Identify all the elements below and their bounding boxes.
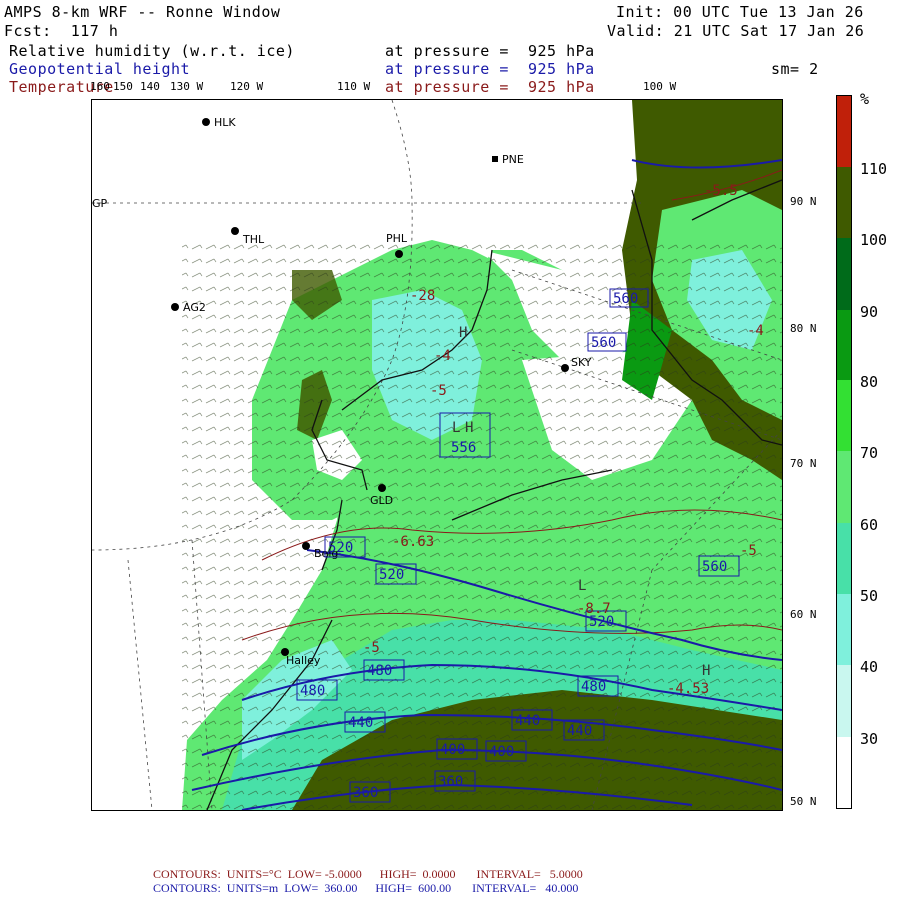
station-label-sky: SKY	[571, 356, 592, 369]
svg-text:480: 480	[300, 683, 325, 699]
lat-label-80n: 80 N	[790, 322, 817, 335]
colorbar-segment	[837, 310, 851, 380]
station-label-gld: GLD	[370, 494, 393, 507]
colorbar-label-50: 50	[860, 587, 879, 605]
lon-label-150: 150	[113, 80, 133, 93]
svg-text:360: 360	[353, 785, 378, 801]
colorbar-segment	[837, 737, 851, 808]
station-dot-hlk	[202, 118, 210, 126]
footer-height-contours: CONTOURS: UNITS=m LOW= 360.00 HIGH= 600.…	[153, 881, 579, 895]
colorbar-segment	[837, 238, 851, 310]
station-label-ag2: AG2	[183, 301, 206, 314]
footer-temperature-contours: CONTOURS: UNITS=°C LOW= -5.0000 HIGH= 0.…	[153, 867, 583, 881]
temp-label-a: -28	[410, 288, 435, 304]
lon-label-gp: GP	[92, 197, 108, 210]
lat-label-70n: 70 N	[790, 457, 817, 470]
svg-text:520: 520	[328, 540, 353, 556]
svg-text:520: 520	[379, 567, 404, 583]
colorbar	[836, 95, 852, 809]
svg-text:480: 480	[581, 679, 606, 695]
temp-label-e: -5	[363, 640, 380, 656]
colorbar-label-40: 40	[860, 658, 879, 676]
temp-label-g: -4.53	[667, 681, 709, 697]
pressure-marker-2: L	[452, 420, 460, 436]
svg-text:440: 440	[567, 723, 592, 739]
station-label-halley: Halley	[286, 654, 321, 667]
svg-text:480: 480	[367, 663, 392, 679]
colorbar-label-70: 70	[860, 444, 879, 462]
pressure-marker-3: H	[465, 420, 473, 436]
lon-label-160: 160	[90, 80, 110, 93]
lon-label-120w: 120 W	[230, 80, 264, 93]
svg-text:440: 440	[348, 715, 373, 731]
map-canvas: HLK PNE THL PHL AG2 SKY GLD Belg Halley …	[92, 100, 782, 810]
lon-label-140: 140	[140, 80, 160, 93]
colorbar-segment	[837, 665, 851, 737]
colorbar-label-90: 90	[860, 303, 879, 321]
init-time: Init: 00 UTC Tue 13 Jan 26	[616, 3, 864, 21]
temp-label-b: -4	[434, 348, 451, 364]
pressure-marker-1: H	[459, 325, 467, 341]
station-label-pne: PNE	[502, 153, 524, 166]
lon-label-100w: 100 W	[643, 80, 677, 93]
svg-text:400: 400	[489, 744, 514, 760]
colorbar-unit: %	[860, 90, 870, 108]
lat-label-90n: 90 N	[790, 195, 817, 208]
map-title: AMPS 8-km WRF -- Ronne Window	[4, 3, 281, 21]
colorbar-label-100: 100	[860, 231, 888, 249]
station-label-phl: PHL	[386, 232, 408, 245]
svg-text:560: 560	[613, 291, 638, 307]
geopotential-level: at pressure = 925 hPa	[385, 60, 595, 78]
station-label-thl: THL	[242, 233, 265, 246]
svg-text:440: 440	[515, 713, 540, 729]
colorbar-label-60: 60	[860, 516, 879, 534]
svg-text:400: 400	[440, 742, 465, 758]
station-dot-ag2	[171, 303, 179, 311]
temp-label-c: -5	[430, 383, 447, 399]
lat-label-60n: 60 N	[790, 608, 817, 621]
lon-label-110w: 110 W	[337, 80, 371, 93]
lon-label-130w: 130 W	[170, 80, 204, 93]
pressure-marker-4: L	[578, 578, 586, 594]
colorbar-segment	[837, 523, 851, 594]
forecast-hour: Fcst: 117 h	[4, 22, 119, 40]
temp-label-h: -5	[740, 543, 757, 559]
colorbar-segment	[837, 594, 851, 665]
station-dot-thl	[231, 227, 239, 235]
temp-label-j: -5.5	[704, 183, 738, 199]
smoothing-label: sm= 2	[771, 60, 819, 78]
colorbar-segment	[837, 96, 851, 167]
colorbar-label-30: 30	[860, 730, 879, 748]
temperature-level: at pressure = 925 hPa	[385, 78, 595, 96]
svg-text:560: 560	[702, 559, 727, 575]
colorbar-label-80: 80	[860, 373, 879, 391]
station-dot-phl	[395, 250, 403, 258]
station-label-hlk: HLK	[214, 116, 236, 129]
lat-label-50n: 50 N	[790, 795, 817, 808]
map-panel: HLK PNE THL PHL AG2 SKY GLD Belg Halley …	[91, 99, 783, 811]
colorbar-label-110: 110	[860, 160, 888, 178]
station-dot-belg	[302, 542, 310, 550]
colorbar-segment	[837, 451, 851, 523]
station-dot-gld	[378, 484, 386, 492]
rh-label: Relative humidity (w.r.t. ice)	[9, 42, 295, 60]
pressure-marker-5: H	[702, 663, 710, 679]
svg-text:556: 556	[451, 440, 476, 456]
station-dot-pne	[492, 156, 498, 162]
geopotential-label: Geopotential height	[9, 60, 191, 78]
svg-text:360: 360	[438, 774, 463, 790]
colorbar-segment	[837, 380, 851, 451]
rh-level: at pressure = 925 hPa	[385, 42, 595, 60]
svg-text:560: 560	[591, 335, 616, 351]
valid-time: Valid: 21 UTC Sat 17 Jan 26	[607, 22, 865, 40]
temp-label-d: -6.63	[392, 534, 434, 550]
colorbar-segment	[837, 167, 851, 238]
temp-label-f: -8.7	[577, 601, 611, 617]
station-dot-sky	[561, 364, 569, 372]
temp-label-i: -4	[747, 323, 764, 339]
